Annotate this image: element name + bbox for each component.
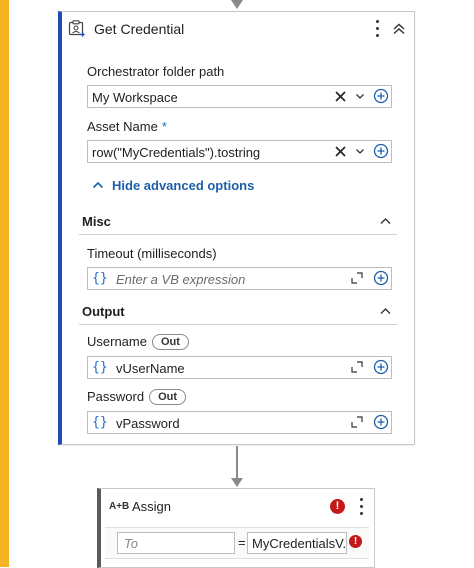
activity-title: Get Credential <box>94 21 185 37</box>
assign-to-field[interactable]: To <box>117 532 235 554</box>
connector-top-arrow <box>231 0 243 9</box>
plus-circle-icon[interactable] <box>373 270 389 286</box>
assign-value-text: MyCredentialsV... <box>252 536 347 551</box>
connector-middle <box>236 446 238 478</box>
curly-braces-icon: {} <box>92 360 108 375</box>
timeout-field[interactable]: {} Enter a VB expression <box>87 267 392 290</box>
curly-braces-icon: {} <box>92 271 108 286</box>
username-value: vUserName <box>116 361 185 376</box>
password-label-text: Password <box>87 389 145 404</box>
expand-icon[interactable] <box>351 416 363 428</box>
misc-section-header[interactable]: Misc <box>79 210 397 235</box>
folder-path-label: Orchestrator folder path <box>87 64 225 79</box>
more-options-icon[interactable] <box>360 498 364 516</box>
chevron-up-icon[interactable] <box>380 217 391 225</box>
activity-header[interactable]: Get Credential <box>62 12 414 46</box>
more-options-icon[interactable] <box>376 20 380 38</box>
required-marker: * <box>161 119 167 134</box>
folder-path-field[interactable]: My Workspace <box>87 85 392 108</box>
asset-name-field[interactable]: row("MyCredentials").tostring <box>87 140 392 163</box>
equals-sign: = <box>238 535 246 550</box>
username-label: Username Out <box>87 334 189 351</box>
expand-icon[interactable] <box>351 361 363 373</box>
folder-path-value: My Workspace <box>92 90 178 105</box>
assign-value-field[interactable]: MyCredentialsV... <box>247 532 347 554</box>
asset-name-value: row("MyCredentials").tostring <box>92 145 261 160</box>
assign-activity[interactable]: A+B Assign ! To = MyCredentialsV... ! <box>97 488 375 568</box>
out-badge: Out <box>149 389 187 405</box>
connector-middle-arrow <box>231 478 243 487</box>
plus-circle-icon[interactable] <box>373 359 389 375</box>
close-icon[interactable] <box>334 145 347 158</box>
collapse-icon[interactable] <box>392 22 406 36</box>
sequence-border <box>0 0 9 567</box>
error-icon[interactable]: ! <box>349 535 362 548</box>
timeout-label: Timeout (milliseconds) <box>87 246 217 261</box>
output-section-header[interactable]: Output <box>79 300 397 325</box>
assign-expression-row: To = MyCredentialsV... ! <box>105 527 369 559</box>
timeout-placeholder: Enter a VB expression <box>116 272 246 287</box>
plus-circle-icon[interactable] <box>373 143 389 159</box>
curly-braces-icon: {} <box>92 415 108 430</box>
assign-to-placeholder: To <box>124 536 138 551</box>
credential-icon <box>68 20 85 37</box>
chevron-down-icon[interactable] <box>355 146 365 156</box>
get-credential-activity[interactable]: Get Credential Orchestrator folder path … <box>58 11 415 445</box>
username-field[interactable]: {} vUserName <box>87 356 392 379</box>
password-label: Password Out <box>87 389 187 406</box>
output-section-title: Output <box>82 304 125 319</box>
username-label-text: Username <box>87 334 147 349</box>
assign-icon: A+B <box>109 501 130 512</box>
chevron-up-icon <box>92 181 104 189</box>
password-value: vPassword <box>116 416 180 431</box>
plus-circle-icon[interactable] <box>373 414 389 430</box>
password-field[interactable]: {} vPassword <box>87 411 392 434</box>
asset-name-label: Asset Name * <box>87 119 167 134</box>
asset-name-label-text: Asset Name <box>87 119 158 134</box>
chevron-up-icon[interactable] <box>380 307 391 315</box>
plus-circle-icon[interactable] <box>373 88 389 104</box>
expand-icon[interactable] <box>351 272 363 284</box>
assign-title: Assign <box>132 499 172 514</box>
out-badge: Out <box>151 334 189 350</box>
misc-section-title: Misc <box>82 214 111 229</box>
chevron-down-icon[interactable] <box>355 91 365 101</box>
error-icon[interactable]: ! <box>330 499 345 514</box>
hide-advanced-options-label: Hide advanced options <box>112 178 255 193</box>
close-icon[interactable] <box>334 90 347 103</box>
